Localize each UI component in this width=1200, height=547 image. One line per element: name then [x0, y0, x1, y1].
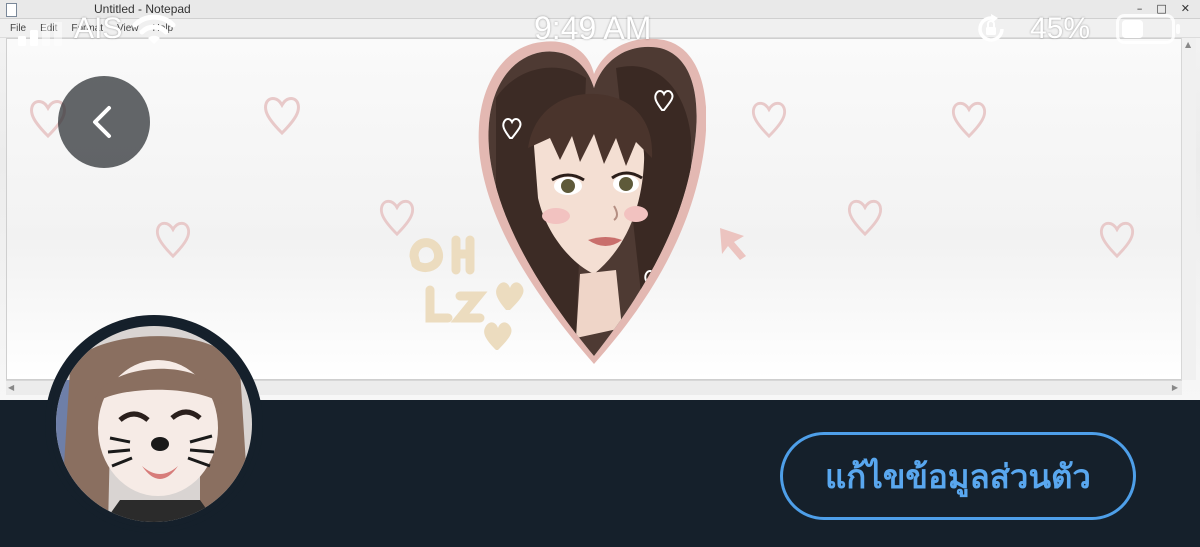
heart-outline-icon [264, 97, 300, 136]
edit-profile-button[interactable]: แก้ไขข้อมูลส่วนตัว [780, 432, 1136, 520]
battery-percentage: 45% [1030, 12, 1091, 45]
battery-icon [1116, 14, 1180, 44]
profile-screen: Untitled - Notepad – □ ✕ File Edit Forma… [0, 0, 1200, 547]
status-bar: AIS 9:49 AM 45% [0, 0, 1200, 60]
heart-outline-icon [751, 101, 787, 139]
cursor-doodle-icon [720, 228, 746, 260]
heart-outline-icon [951, 101, 987, 139]
heart-outline-icon [1099, 221, 1135, 259]
heart-outline-icon [155, 221, 191, 259]
back-button[interactable] [58, 76, 150, 168]
chevron-left-icon [93, 106, 111, 138]
avatar[interactable] [50, 320, 258, 528]
scroll-left-icon: ◀ [8, 383, 15, 392]
heart-outline-icon [847, 199, 883, 237]
status-time: 9:49 AM [534, 10, 652, 46]
carrier-name: AIS [74, 12, 123, 45]
wifi-icon [132, 14, 176, 44]
scroll-right-icon: ▶ [1171, 383, 1178, 392]
rotation-lock-icon [978, 14, 1004, 42]
avatar-photo [50, 320, 258, 528]
doodle-sticker [409, 235, 524, 350]
notepad-vertical-scrollbar: ▲ [1181, 38, 1196, 380]
signal-bars-icon [18, 22, 62, 46]
